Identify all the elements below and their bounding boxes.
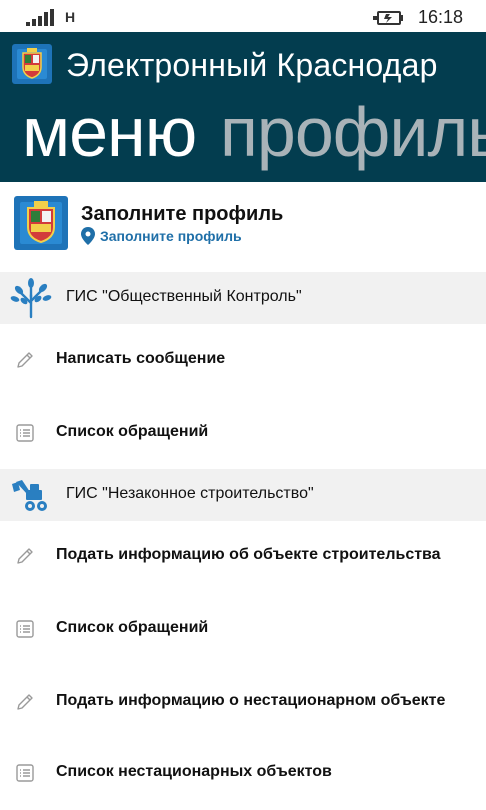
menu-item-label: Подать информацию об объекте строительст… [56, 546, 441, 563]
location-pin-icon [81, 227, 95, 245]
menu-item-label: Подать информацию о нестационарном объек… [56, 692, 446, 709]
signal-strength-icon [26, 9, 54, 26]
clock: 16:18 [418, 7, 464, 27]
pencil-icon [17, 352, 33, 368]
menu-item-report-nonstationary[interactable]: Подать информацию о нестационарном объек… [0, 675, 486, 731]
excavator-icon [12, 480, 47, 511]
krasnodar-coat-of-arms-icon [12, 44, 52, 84]
list-icon [16, 764, 34, 782]
menu-item-requests-list-construction[interactable]: Список обращений [0, 602, 486, 658]
pencil-icon [17, 694, 33, 710]
list-icon [16, 620, 34, 638]
battery-charging-icon [373, 11, 403, 25]
status-bar: H 16:18 [0, 0, 486, 32]
profile-avatar-icon [14, 196, 68, 250]
list-icon [16, 424, 34, 442]
menu-item-label: Список обращений [56, 619, 209, 636]
menu-item-requests-list[interactable]: Список обращений [0, 406, 486, 462]
section-title: ГИС "Незаконное строительство" [66, 485, 314, 502]
profile-card[interactable]: Заполните профиль Заполните профиль [0, 190, 486, 260]
pivot-tab-menu[interactable]: меню [22, 92, 197, 172]
pivot-tab-profile[interactable]: профиль [220, 92, 486, 172]
section-illegal-construction: ГИС "Незаконное строительство" [0, 469, 486, 521]
menu-item-report-construction[interactable]: Подать информацию об объекте строительст… [0, 529, 486, 585]
section-title: ГИС "Общественный Контроль" [66, 288, 302, 305]
menu-item-nonstationary-list[interactable]: Список нестационарных объектов [0, 746, 486, 802]
section-public-control: ГИС "Общественный Контроль" [0, 272, 486, 324]
pencil-icon [17, 548, 33, 564]
menu-item-label: Написать сообщение [56, 350, 226, 367]
app-title: Электронный Краснодар [66, 47, 438, 83]
menu-item-label: Список обращений [56, 423, 209, 440]
app-header: Электронный Краснодар меню профиль [0, 32, 486, 182]
menu-item-write-message[interactable]: Написать сообщение [0, 333, 486, 389]
fill-profile-link[interactable]: Заполните профиль [100, 228, 242, 244]
network-type: H [65, 9, 76, 25]
tree-icon [10, 278, 52, 319]
profile-name: Заполните профиль [81, 203, 284, 225]
menu-item-label: Список нестационарных объектов [56, 763, 332, 780]
